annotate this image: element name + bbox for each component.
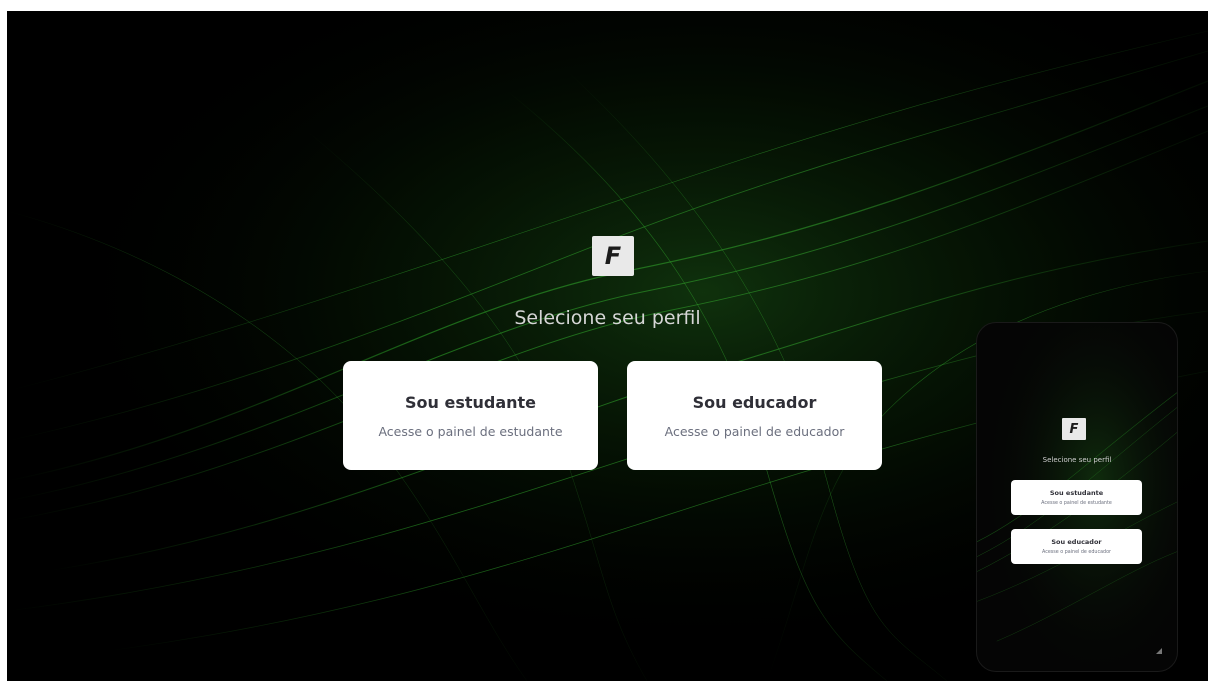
educator-card-title: Sou educador — [692, 392, 817, 412]
student-card-subtitle: Acesse o painel de estudante — [378, 423, 563, 439]
resize-handle-icon[interactable] — [1156, 648, 1162, 654]
mobile-f-logo-icon: F — [1062, 418, 1086, 440]
app-screen: F Selecione seu perfil Sou estudante Ace… — [7, 11, 1208, 681]
mobile-educator-card-title: Sou educador — [1051, 538, 1102, 546]
mobile-student-card-title: Sou estudante — [1049, 489, 1104, 497]
mobile-educator-profile-button[interactable]: Sou educador Acesse o painel de educador — [1011, 529, 1142, 564]
student-profile-button[interactable]: Sou estudante Acesse o painel de estudan… — [343, 361, 598, 470]
mobile-student-profile-button[interactable]: Sou estudante Acesse o painel de estudan… — [1011, 480, 1142, 515]
student-card-title: Sou estudante — [404, 392, 537, 412]
educator-card-subtitle: Acesse o painel de educador — [664, 423, 845, 439]
educator-profile-button[interactable]: Sou educador Acesse o painel de educador — [627, 361, 882, 470]
mobile-student-card-subtitle: Acesse o painel de estudante — [1041, 501, 1112, 506]
f-logo-icon: F — [592, 236, 634, 276]
mobile-logo-letter: F — [1069, 421, 1079, 437]
mobile-preview: F Selecione seu perfil Sou estudante Ace… — [976, 322, 1178, 672]
mobile-page-title: Selecione seu perfil — [1042, 456, 1112, 464]
mobile-educator-card-subtitle: Acesse o painel de educador — [1042, 550, 1111, 555]
logo-letter: F — [604, 242, 622, 270]
